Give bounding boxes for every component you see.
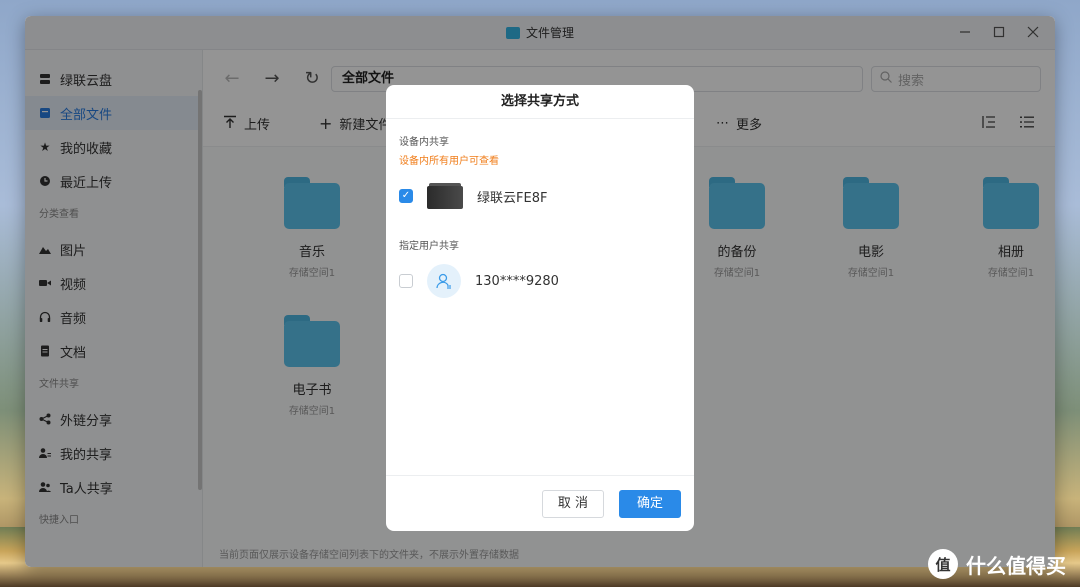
watermark-text: 什么值得买	[966, 553, 1066, 578]
user-share-checkbox[interactable]	[399, 274, 413, 288]
nas-device-icon	[427, 183, 463, 209]
device-share-checkbox[interactable]: ✓	[399, 189, 413, 203]
device-name: 绿联云FE8F	[477, 190, 548, 206]
dialog-footer: 取 消 确定	[386, 475, 694, 531]
cancel-button[interactable]: 取 消	[542, 490, 604, 518]
watermark-logo-icon: 值	[928, 549, 958, 579]
device-share-option[interactable]: ✓ 绿联云FE8F	[399, 183, 547, 209]
device-share-hint: 设备内所有用户可查看	[399, 156, 499, 167]
confirm-button[interactable]: 确定	[619, 490, 681, 518]
user-share-option[interactable]: 130****9280	[399, 264, 559, 298]
user-name: 130****9280	[475, 273, 559, 289]
watermark: 值 什么值得买	[928, 549, 1066, 579]
dialog-title: 选择共享方式	[386, 85, 694, 119]
user-avatar-icon	[427, 264, 461, 298]
share-method-dialog: 选择共享方式 设备内共享 设备内所有用户可查看 ✓ 绿联云FE8F 指定用户共享…	[386, 85, 694, 531]
user-share-section-title: 指定用户共享	[399, 241, 459, 252]
device-share-section-title: 设备内共享	[399, 137, 449, 148]
